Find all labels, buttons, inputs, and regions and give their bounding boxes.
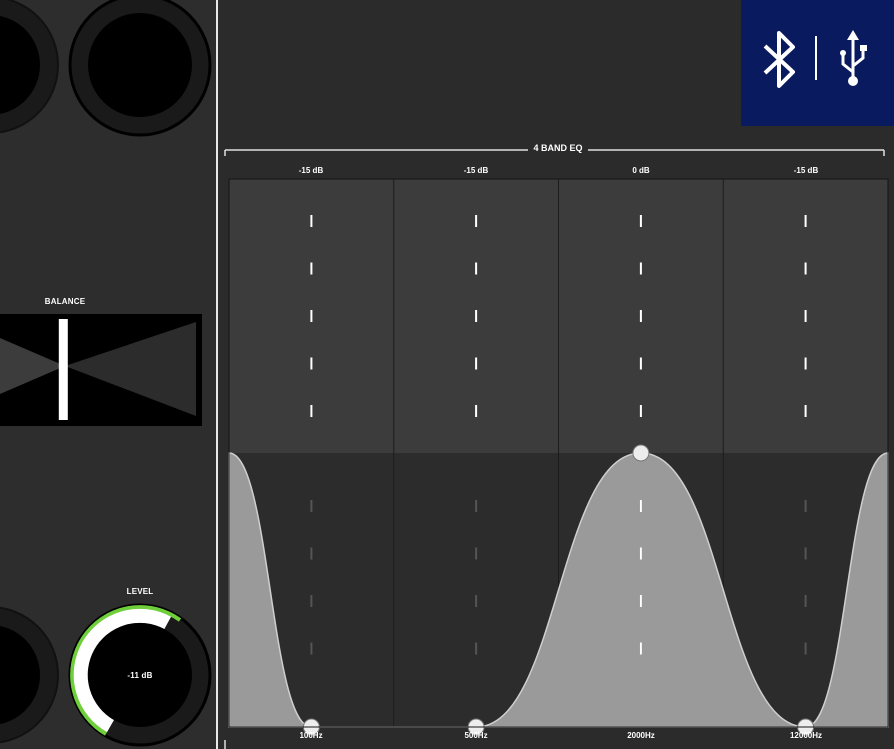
eq-tick	[804, 310, 807, 322]
band-4-frequency: 12000Hz	[789, 731, 823, 740]
eq-tick	[475, 642, 478, 655]
eq-tick	[639, 547, 642, 560]
eq-tick	[310, 547, 313, 560]
balance-label: BALANCE	[44, 297, 86, 306]
eq-svg	[224, 149, 889, 749]
eq-tick	[639, 310, 642, 322]
eq-tick	[639, 405, 642, 417]
eq-tick	[804, 642, 807, 655]
knob-top-left[interactable]	[0, 0, 59, 134]
eq-tick	[310, 357, 313, 370]
eq-tick	[310, 642, 313, 655]
band-3-gain: 0 dB	[632, 166, 650, 175]
band-2-gain: -15 dB	[463, 166, 489, 175]
eq-tick	[475, 500, 478, 512]
eq-tick	[639, 262, 642, 275]
eq-tick	[475, 215, 478, 227]
eq-tick	[310, 310, 313, 322]
eq-tick	[310, 262, 313, 275]
band-1-frequency: 100Hz	[299, 731, 323, 740]
left-panel: BALANCE LEVEL -11 dB	[0, 0, 216, 749]
eq-plot[interactable]	[228, 178, 889, 736]
eq-tick	[475, 357, 478, 370]
knob-top-right[interactable]	[68, 0, 212, 137]
band-2-frequency: 500Hz	[464, 731, 488, 740]
eq-tick	[310, 405, 313, 417]
eq-tick	[310, 595, 313, 607]
eq-tick	[639, 642, 642, 655]
eq-tick	[804, 262, 807, 275]
eq-band-handle-3[interactable]	[632, 444, 650, 462]
eq-tick	[475, 595, 478, 607]
eq-tick	[475, 405, 478, 417]
right-panel: 4 BAND EQ -15 dB -15 dB 0 dB -15 dB 100H…	[218, 0, 894, 749]
eq-tick	[639, 595, 642, 607]
left-controls-svg	[0, 0, 212, 747]
eq-tick	[475, 310, 478, 322]
eq-tick	[804, 357, 807, 370]
eq-title: 4 BAND EQ	[528, 143, 588, 153]
knob-bottom-left[interactable]	[0, 606, 59, 744]
level-label: LEVEL	[126, 587, 154, 596]
band-3-frequency: 2000Hz	[627, 731, 655, 740]
eq-tick	[804, 215, 807, 227]
eq-tick	[475, 547, 478, 560]
eq-tick	[310, 500, 313, 512]
band-4-gain: -15 dB	[793, 166, 819, 175]
eq-tick	[639, 500, 642, 512]
balance-handle	[58, 319, 68, 420]
eq-tick	[804, 500, 807, 512]
level-value: -11 dB	[127, 671, 153, 680]
eq-tick	[804, 405, 807, 417]
eq-tick	[639, 215, 642, 227]
eq-tick	[639, 357, 642, 370]
band-1-gain: -15 dB	[298, 166, 324, 175]
eq-tick	[475, 262, 478, 275]
eq-tick	[310, 215, 313, 227]
eq-tick	[804, 595, 807, 607]
eq-tick	[804, 547, 807, 560]
balance-slider[interactable]	[0, 314, 202, 426]
